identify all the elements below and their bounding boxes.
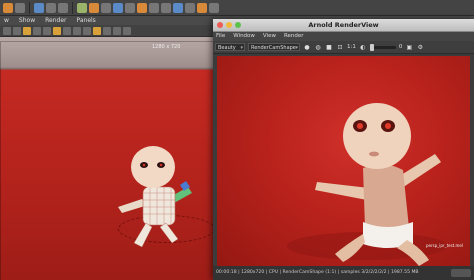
viewport-menu-renderer[interactable]: Render [45, 16, 66, 25]
tool-icon[interactable] [185, 2, 195, 13]
renderview-toolbar: Beauty RenderCamShape ● ◍ ■ ⊡ 1:1 ◐ 0 ▣ … [213, 41, 474, 54]
tool-icon[interactable] [13, 26, 21, 35]
settings-icon[interactable]: ⚙ [416, 43, 424, 51]
tool-icon[interactable] [93, 26, 101, 35]
ratio-label[interactable]: 1:1 [347, 44, 356, 50]
tool-icon[interactable] [149, 2, 159, 13]
viewport-menu-show[interactable]: Show [19, 16, 35, 25]
status-text: 00:00:18 | 1280x720 | CPU | RenderCamSha… [216, 270, 419, 275]
divider [29, 1, 30, 14]
window-title: Arnold RenderView [308, 21, 379, 29]
overlay-filename: persp_ipr_test.mel [426, 243, 463, 248]
snapshot-icon[interactable]: ▣ [405, 43, 413, 51]
camera-icon[interactable] [3, 26, 11, 35]
slider-handle[interactable] [369, 43, 374, 51]
tool-icon[interactable] [137, 2, 147, 13]
tool-icon[interactable] [123, 26, 131, 35]
tool-icon[interactable] [15, 2, 25, 13]
tool-icon[interactable] [103, 26, 111, 35]
light-icon[interactable] [89, 2, 99, 13]
divider [72, 1, 73, 14]
tool-icon[interactable] [173, 2, 183, 13]
window-title-bar[interactable]: Arnold RenderView [213, 19, 474, 32]
tool-icon[interactable] [101, 2, 111, 13]
tool-icon[interactable] [209, 2, 219, 13]
render-image [217, 56, 470, 266]
rgb-channels-icon[interactable]: ◍ [314, 43, 322, 51]
crop-region-icon[interactable]: ⊡ [336, 43, 344, 51]
rendered-character [287, 103, 447, 266]
stop-icon[interactable]: ■ [325, 43, 333, 51]
tool-icon[interactable] [125, 2, 135, 13]
tool-icon[interactable] [58, 2, 68, 13]
tool-icon[interactable] [23, 26, 31, 35]
shader-icon[interactable] [34, 2, 44, 13]
menu-window[interactable]: Window [233, 32, 255, 41]
exposure-value: 0 [398, 44, 403, 50]
tool-icon[interactable] [43, 26, 51, 35]
camera-select[interactable]: RenderCamShape [248, 43, 300, 52]
menu-render[interactable]: Render [284, 32, 304, 41]
tool-icon[interactable] [83, 26, 91, 35]
status-bar: 00:00:18 | 1280x720 | CPU | RenderCamSha… [213, 266, 474, 280]
tool-icon[interactable] [197, 2, 207, 13]
tool-icon[interactable] [46, 2, 56, 13]
viewport-menu-panels[interactable]: Panels [77, 16, 96, 25]
renderview-menu-bar: File Window View Render [213, 32, 474, 41]
exposure-slider[interactable] [369, 43, 396, 51]
arnold-render-icon[interactable] [3, 2, 13, 13]
tool-icon[interactable] [73, 26, 81, 35]
exposure-icon: ◐ [360, 43, 366, 51]
tool-icon[interactable] [33, 26, 41, 35]
render-icon[interactable]: ● [303, 43, 311, 51]
zoom-control[interactable] [451, 269, 471, 277]
tool-icon[interactable] [113, 2, 123, 13]
viewport-menu-view[interactable]: w [4, 16, 9, 25]
arnold-renderview-window: Arnold RenderView File Window View Rende… [213, 19, 474, 280]
tool-icon[interactable] [63, 26, 71, 35]
tool-icon[interactable] [113, 26, 121, 35]
tool-icon[interactable] [161, 2, 171, 13]
aov-select[interactable]: Beauty [215, 43, 245, 52]
shelf-toolbar [0, 0, 474, 16]
menu-file[interactable]: File [216, 32, 225, 41]
tool-icon[interactable] [53, 26, 61, 35]
light-icon[interactable] [77, 2, 87, 13]
menu-view[interactable]: View [263, 32, 276, 41]
